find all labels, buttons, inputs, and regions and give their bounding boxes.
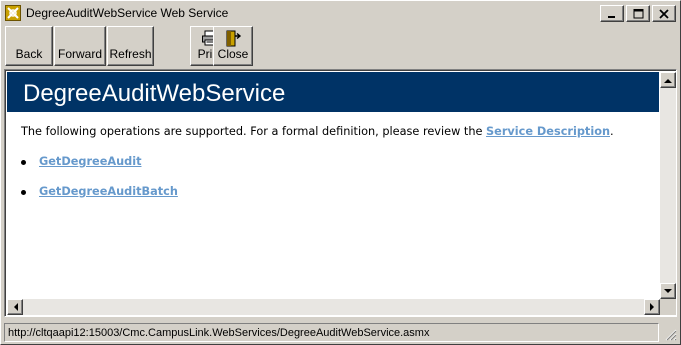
minimize-button[interactable] [600, 5, 624, 22]
content-frame: DegreeAuditWebService The following oper… [4, 69, 677, 317]
forward-button[interactable]: Forward [54, 26, 106, 66]
arrow-down-icon [664, 288, 672, 293]
intro-suffix: . [610, 125, 614, 138]
intro-prefix: The following operations are supported. … [21, 125, 487, 138]
resize-grip-icon[interactable] [663, 327, 677, 341]
web-service-app-icon [5, 5, 21, 21]
bullet-icon [21, 160, 26, 165]
operation-item: GetDegreeAuditBatch [21, 185, 178, 198]
operation-link-getdegreeaudit[interactable]: GetDegreeAudit [39, 155, 142, 168]
back-label: Back [15, 47, 43, 61]
scrollbar-corner [660, 299, 676, 315]
scroll-left-button[interactable] [7, 299, 23, 315]
minimize-icon [608, 15, 615, 18]
heading-banner: DegreeAuditWebService [7, 72, 659, 112]
scroll-down-button[interactable] [660, 283, 676, 299]
bullet-icon [21, 190, 26, 195]
app-window: DegreeAuditWebService Web Service Back F… [0, 0, 681, 345]
window-title: DegreeAuditWebService Web Service [26, 6, 229, 20]
vertical-scrollbar[interactable] [660, 72, 676, 299]
arrow-up-icon [664, 78, 672, 83]
exit-door-icon [226, 30, 242, 47]
forward-label: Forward [57, 47, 102, 61]
close-button[interactable]: Close [213, 26, 253, 66]
page-title: DegreeAuditWebService [23, 80, 286, 107]
arrow-right-icon [649, 303, 654, 311]
arrow-left-icon [13, 303, 18, 311]
horizontal-scrollbar[interactable] [7, 299, 660, 315]
operation-item: GetDegreeAudit [21, 155, 142, 168]
back-button[interactable]: Back [5, 26, 53, 66]
toolbar: Back Forward Refresh Print Close [4, 25, 677, 67]
status-url: http://cltqaapi12:15003/Cmc.CampusLink.W… [8, 327, 430, 339]
close-window-button[interactable] [652, 5, 676, 22]
service-description-link[interactable]: Service Description [486, 125, 610, 138]
status-bar: http://cltqaapi12:15003/Cmc.CampusLink.W… [4, 323, 659, 342]
close-label: Close [217, 47, 249, 61]
maximize-button[interactable] [626, 5, 650, 22]
refresh-label: Refresh [109, 47, 152, 61]
scroll-up-button[interactable] [660, 72, 676, 88]
close-icon [659, 8, 669, 19]
title-bar[interactable]: DegreeAuditWebService Web Service [4, 4, 677, 22]
operation-link-getdegreeauditbatch[interactable]: GetDegreeAuditBatch [39, 185, 178, 198]
intro-text: The following operations are supported. … [21, 125, 614, 138]
refresh-button[interactable]: Refresh [107, 26, 154, 66]
scroll-right-button[interactable] [644, 299, 660, 315]
maximize-icon [633, 8, 643, 18]
